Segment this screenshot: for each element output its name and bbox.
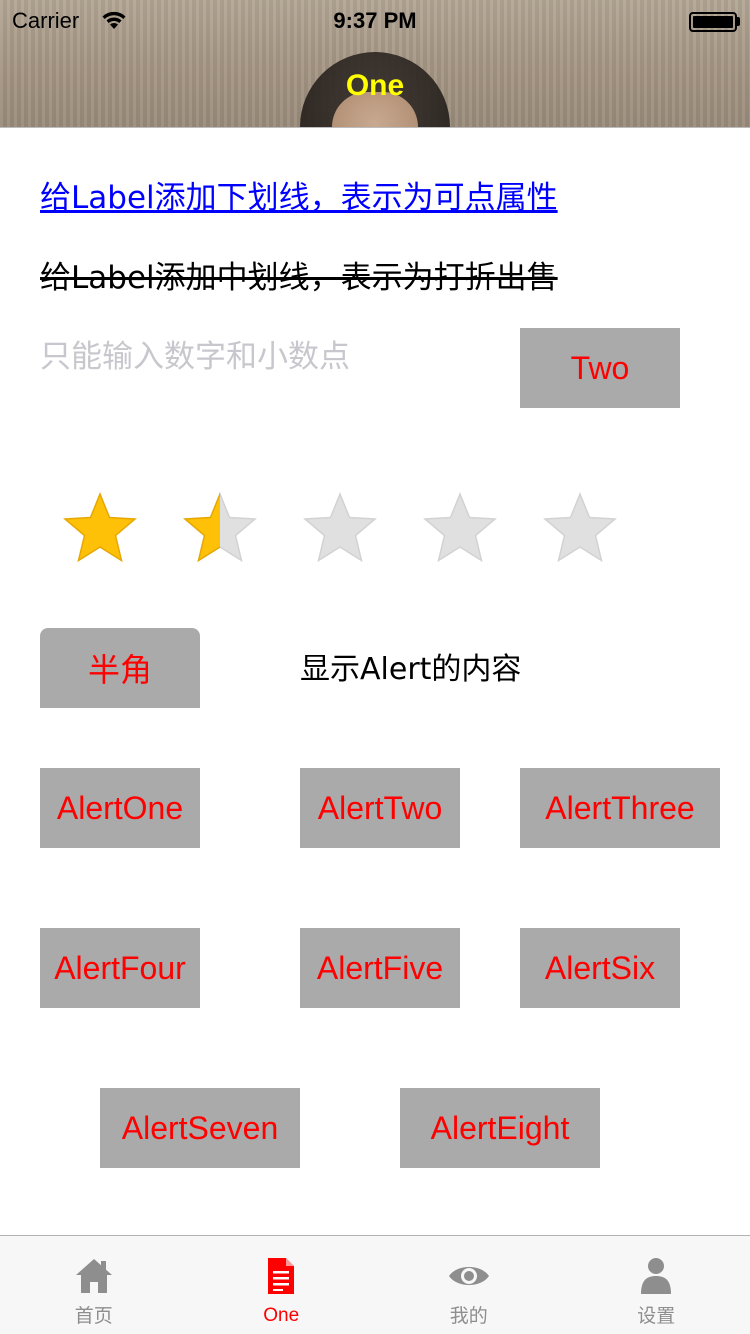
battery-icon xyxy=(689,12,737,32)
tab-settings[interactable]: 设置 xyxy=(563,1236,750,1334)
tab-label: 首页 xyxy=(74,1305,113,1327)
alert-four-button[interactable]: AlertFour xyxy=(40,928,200,1008)
eye-icon xyxy=(447,1254,491,1298)
star-5-icon[interactable] xyxy=(542,490,618,566)
alert-six-button[interactable]: AlertSix xyxy=(520,928,680,1008)
alert-eight-button[interactable]: AlertEight xyxy=(400,1088,600,1168)
tab-label: 我的 xyxy=(449,1305,488,1327)
alert-one-button[interactable]: AlertOne xyxy=(40,768,200,848)
half-width-button[interactable]: 半角 xyxy=(40,628,200,708)
battery-nub xyxy=(737,17,740,26)
number-decimal-input[interactable] xyxy=(40,332,480,382)
star-1-icon[interactable] xyxy=(62,490,138,566)
star-4-icon[interactable] xyxy=(422,490,498,566)
two-button[interactable]: Two xyxy=(520,328,680,408)
home-icon xyxy=(72,1254,116,1298)
underline-link-label[interactable]: 给Label添加下划线，表示为可点属性 xyxy=(40,176,558,220)
alert-two-button[interactable]: AlertTwo xyxy=(300,768,460,848)
tab-home[interactable]: 首页 xyxy=(0,1236,188,1334)
tab-label: 设置 xyxy=(637,1305,676,1327)
nav-title: One xyxy=(345,69,405,102)
person-icon xyxy=(634,1254,678,1298)
tab-label: One xyxy=(263,1305,300,1326)
alert-three-button[interactable]: AlertThree xyxy=(520,768,720,848)
document-icon xyxy=(259,1254,303,1298)
status-time: 9:37 PM xyxy=(333,8,417,33)
star-2-half-icon[interactable] xyxy=(182,490,258,566)
tab-one[interactable]: One xyxy=(188,1236,376,1334)
tab-bar: 首页 One 我的 设置 xyxy=(0,1235,750,1334)
strikethrough-label: 给Label添加中划线，表示为打折出售 xyxy=(40,260,558,296)
star-3-icon[interactable] xyxy=(302,490,378,566)
alert-content-label: 显示Alert的内容 xyxy=(300,652,522,687)
alert-seven-button[interactable]: AlertSeven xyxy=(100,1088,300,1168)
tab-mine[interactable]: 我的 xyxy=(375,1236,563,1334)
alert-five-button[interactable]: AlertFive xyxy=(300,928,460,1008)
